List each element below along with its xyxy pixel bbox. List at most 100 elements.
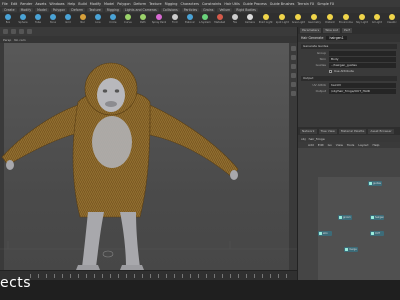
menu-item-build[interactable]: Build [78,2,87,6]
shelf-tool-line[interactable]: Line [92,14,104,24]
menu-item-modify[interactable]: Modify [90,2,101,6]
node-name-field[interactable]: hairgen1 [326,36,347,40]
l-system-icon [201,14,208,20]
network-node-out[interactable]: OUT [370,231,384,236]
menu-item-guide-process[interactable]: Guide Process [243,2,267,6]
network-node-groom[interactable]: groom [338,215,352,220]
checkbox-box[interactable] [329,69,332,73]
shelf-tool-geometry[interactable]: Geometry [308,14,321,24]
menu-item-polygon[interactable]: Polygon [117,2,130,6]
param-field[interactable] [329,50,396,56]
gi-light-icon [373,14,380,20]
shelf-tool-grid[interactable]: Grid [62,14,74,24]
use-attribute-checkbox[interactable]: Use Attribute [298,68,400,74]
scene-viewport[interactable]: Persp No cam [0,27,297,270]
shelf-tab-grains[interactable]: Grains [201,8,216,12]
shelf-tab-lights-and-cameras[interactable]: Lights and Cameras [122,8,159,12]
network-node-skin[interactable]: skin [318,231,332,236]
shelf-tool-file[interactable]: File [229,14,241,24]
param-field[interactable]: Body [329,56,396,62]
menu-item-texture[interactable]: Texture [149,2,161,6]
shelf-tool-circle[interactable]: Circle [107,14,119,24]
shelf-tool-sphere[interactable]: Sphere [17,14,29,24]
shelf-tool-camera[interactable]: Camera [244,14,256,24]
network-menu-tools[interactable]: Tools [347,143,354,147]
menu-item-model[interactable]: Model [104,2,114,6]
menu-item-guide-brushes[interactable]: Guide Brushes [270,2,295,6]
menu-item-deform[interactable]: Deform [134,2,147,6]
param-label: Output [315,89,326,93]
network-tab-material-palette[interactable]: Material Palette [338,128,367,134]
shelf-tool-gi-light[interactable]: GI Light [371,14,383,24]
shelf-tool-caustic[interactable]: Caustic [386,14,398,24]
menu-item-windows[interactable]: Windows [49,2,64,6]
shelf-tool-font[interactable]: Font [169,14,181,24]
shelf-tab-collisions[interactable]: Collisions [160,8,180,12]
shelf-tool-environment[interactable]: Environment [339,14,353,24]
menu-item-simple-fx[interactable]: Simple FX [317,2,334,6]
furry-creature-model[interactable] [0,27,297,270]
shelf-tab-particles[interactable]: Particles [181,8,200,12]
timeline-bar[interactable] [0,270,297,280]
main-menu-bar: File Edit Render Assets Windows Help Build Modi… [0,0,400,7]
shelf-tool-null[interactable]: Null [77,14,89,24]
shelf-tool-torus[interactable]: Torus [47,14,59,24]
menu-item-rigging[interactable]: Rigging [165,2,178,6]
section-generate-guides[interactable]: Generate Guides [301,44,397,49]
menu-item-assets[interactable]: Assets [35,2,46,6]
tab-parameters[interactable]: Parameters [300,28,322,33]
network-menu-go[interactable]: Go [328,143,332,147]
shelf-tab-create[interactable]: Create [2,8,17,12]
network-node-hairgen[interactable]: hairgen [370,215,384,220]
menu-item-render[interactable]: Render [20,2,32,6]
menu-item-characters[interactable]: Characters [180,2,199,6]
shelf-tool-spray-paint[interactable]: Spray Paint [152,14,166,24]
shelf-tool-area-light[interactable]: Area Light [292,14,305,24]
menu-item-help[interactable]: Help [68,2,76,6]
menu-item-terrain-fx[interactable]: Terrain FX [297,2,314,6]
path-segment-node[interactable]: hair_fringe [309,137,325,141]
network-canvas[interactable]: guides groom hairgen skin OUT merge [318,177,400,280]
shelf-tab-polygon[interactable]: Polygon [50,8,68,12]
param-field[interactable]: hairUV [329,82,396,88]
network-tab-network[interactable]: Network [300,128,317,134]
tab-take-list[interactable]: Take List [323,28,341,33]
network-menu-view[interactable]: View [336,143,343,147]
shelf-tab-model[interactable]: Model [35,8,49,12]
network-tab-tree-view[interactable]: Tree View [318,128,337,134]
menu-item-constraints[interactable]: Constraints [202,2,221,6]
shelf-tool-sky-light[interactable]: Sky Light [356,14,368,24]
shelf-tab-modify[interactable]: Modify [18,8,34,12]
shelf-tab-vellum[interactable]: Vellum [217,8,233,12]
network-menu-edit[interactable]: Edit [318,143,324,147]
network-menu-help[interactable]: Help [373,143,380,147]
param-field[interactable]: ../hairgen_guides [329,62,396,68]
network-menu-add[interactable]: Add [308,143,314,147]
shelf-tab-texture[interactable]: Texture [87,8,103,12]
shelf-tab-rigid-bodies[interactable]: Rigid Bodies [234,8,258,12]
section-output[interactable]: Output [301,76,397,81]
network-node-merge[interactable]: merge [344,247,358,252]
network-node-guides[interactable]: guides [368,181,382,186]
menu-item-hair-utils[interactable]: Hair Utils [224,2,240,6]
shelf-tool-point-light[interactable]: Point Light [259,14,273,24]
menu-item-edit[interactable]: Edit [11,2,18,6]
shelf-tool-tube[interactable]: Tube [32,14,44,24]
shelf-tool-spot-light[interactable]: Spot Light [276,14,289,24]
shelf-tool-platonic[interactable]: Platonic [184,14,196,24]
shelf-tool-box[interactable]: Box [2,14,14,24]
shelf-tool-curve[interactable]: Curve [122,14,134,24]
network-menu-layout[interactable]: Layout [358,143,368,147]
shelf-tool-distant[interactable]: Distant [324,14,336,24]
menu-item-file[interactable]: File [2,2,8,6]
network-tab-asset-browser[interactable]: Asset Browser [368,128,394,134]
tab-perf[interactable]: Perf [342,28,352,33]
shelf-tab-rigging[interactable]: Rigging [104,8,121,12]
param-field[interactable]: /obj/hair_fringe/OUT_HAIR [329,88,396,94]
shelf-tool-path[interactable]: Path [137,14,149,24]
path-segment-obj[interactable]: obj [301,137,306,141]
shelf-tool-l-system[interactable]: L-System [199,14,211,24]
shelf-tab-deform[interactable]: Deform [69,8,86,12]
shelf-tool-metaball[interactable]: Metaball [214,14,226,24]
param-label: Guides [315,63,326,67]
